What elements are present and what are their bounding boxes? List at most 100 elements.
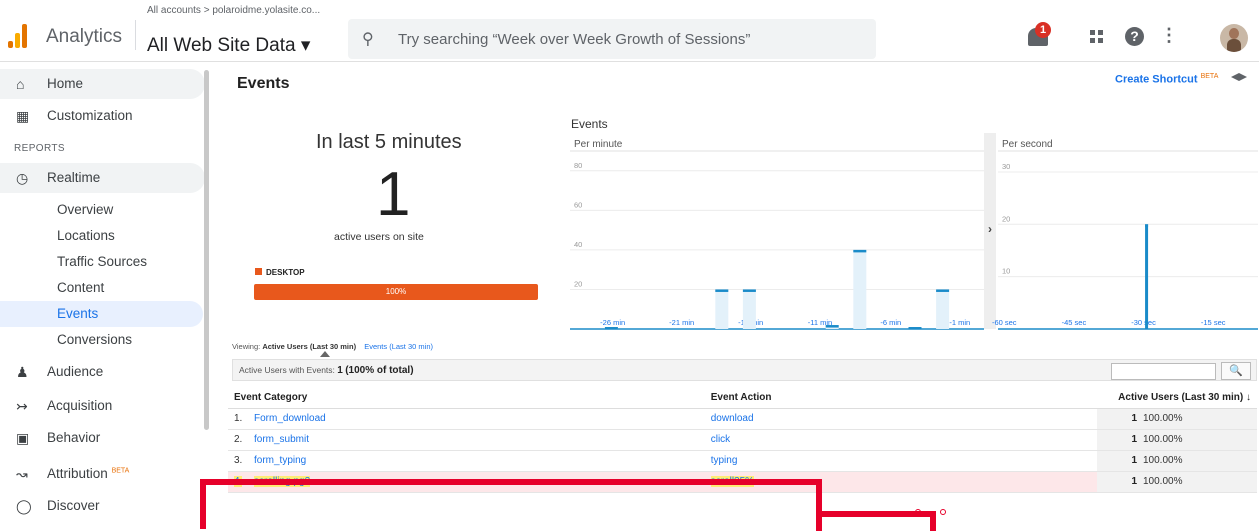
more-options-icon[interactable]: ⋮ <box>1160 25 1178 46</box>
apps-grid-icon[interactable] <box>1090 30 1104 44</box>
sidebar-item-label: Attribution BETA <box>47 466 129 481</box>
x-tick-label: -30 sec <box>1131 318 1156 327</box>
acquisition-icon: ↣ <box>16 398 28 414</box>
event-category-link-text[interactable]: form_submit <box>254 434 309 445</box>
account-breadcrumb[interactable]: All accounts > polaroidme.yolasite.co... <box>147 5 320 16</box>
chart-bar-cap <box>715 289 729 292</box>
home-icon: ⌂ <box>16 76 25 92</box>
row-number-text: 3. <box>234 455 243 466</box>
behavior-window-icon: ▣ <box>16 430 30 446</box>
app-name: Analytics <box>46 26 123 47</box>
sidebar-subitem-locations[interactable]: Locations <box>0 223 203 249</box>
users-count-value: 1 <box>1131 476 1137 487</box>
event-category-link[interactable]: form_submit <box>248 429 705 451</box>
sidebar-scrollbar[interactable] <box>204 70 209 430</box>
sidebar-item-home[interactable]: ⌂ Home <box>0 69 205 99</box>
y-tick-label: 40 <box>574 240 582 249</box>
sidebar-subitem-label: Events <box>57 306 99 321</box>
chart-bar <box>853 249 867 329</box>
event-category-link[interactable]: Form_download <box>248 408 705 430</box>
sidebar-subitem-label: Conversions <box>57 332 133 347</box>
sidebar-item-customization[interactable]: ▦ Customization <box>0 101 205 131</box>
sidebar-subitem-overview[interactable]: Overview <box>0 197 203 223</box>
sidebar-subitem-label: Content <box>57 280 105 295</box>
chart-bar <box>1145 224 1149 329</box>
table-summary: Active Users with Events: 1 (100% of tot… <box>239 365 414 376</box>
column-event-action[interactable]: Event Action <box>704 388 1097 409</box>
device-legend: DESKTOP <box>255 268 305 277</box>
viewing-label: Viewing: <box>232 342 261 351</box>
chart-bar-cap <box>1145 224 1149 227</box>
annotation-dot <box>915 509 921 515</box>
sidebar-subitem-conversions[interactable]: Conversions <box>0 327 203 353</box>
row-number-text: 1. <box>234 413 243 424</box>
annotation-box <box>200 479 822 529</box>
x-tick-label: -60 sec <box>992 318 1017 327</box>
sidebar-subitem-content[interactable]: Content <box>0 275 203 301</box>
viewing-alt-option[interactable]: Events (Last 30 min) <box>364 342 433 351</box>
analytics-logo[interactable] <box>8 22 30 48</box>
per-minute-panel-label: Per minute <box>574 139 623 150</box>
x-tick-label: -26 min <box>600 318 625 327</box>
search-bar[interactable]: ⚲ Try searching “Week over Week Growth o… <box>348 19 876 59</box>
viewing-toggle: Viewing: Active Users (Last 30 min) Even… <box>232 342 433 351</box>
summary-pct: (100% of total) <box>345 365 414 376</box>
viewing-caret-icon <box>320 351 330 357</box>
graduation-cap-icon[interactable] <box>1231 73 1247 81</box>
sidebar-item-label: Behavior <box>47 430 101 445</box>
sidebar-subitem-traffic-sources[interactable]: Traffic Sources <box>0 249 203 275</box>
y-tick-label: 20 <box>574 279 582 288</box>
user-avatar[interactable] <box>1220 24 1248 52</box>
header-divider <box>135 20 136 50</box>
table-row[interactable]: 1. Form_download download 1 100.00% <box>228 408 1257 430</box>
sidebar-item-realtime[interactable]: ◷ Realtime <box>0 163 205 193</box>
row-number: 3. <box>228 450 248 472</box>
attribution-label: Attribution <box>47 466 108 481</box>
create-shortcut-link[interactable]: Create Shortcut BETA <box>1115 73 1218 86</box>
search-icon: ⚲ <box>362 31 374 48</box>
sidebar-item-acquisition[interactable]: ↣ Acquisition <box>0 391 205 421</box>
sidebar-item-attribution[interactable]: ↝ Attribution BETA <box>0 459 205 489</box>
table-search-button[interactable]: 🔍 <box>1221 362 1251 380</box>
event-category-link[interactable]: form_typing <box>248 450 705 472</box>
chart-bar-cap <box>604 327 618 330</box>
chart-title: Events <box>571 117 608 131</box>
viewing-active-option[interactable]: Active Users (Last 30 min) <box>262 342 356 351</box>
event-category-link-text[interactable]: Form_download <box>254 413 326 424</box>
row-number-text: 2. <box>234 434 243 445</box>
event-action-link[interactable]: click <box>704 429 1097 451</box>
property-selector[interactable]: All Web Site Data ▾ <box>147 34 310 57</box>
users-count: 1 <box>1097 450 1137 472</box>
column-active-users[interactable]: Active Users (Last 30 min) ↓ <box>1097 388 1257 409</box>
event-action-link[interactable]: typing <box>704 450 1097 472</box>
table-search-input[interactable] <box>1111 363 1216 380</box>
sidebar-item-discover[interactable]: ◯ Discover <box>0 491 205 521</box>
event-category-link-text[interactable]: form_typing <box>254 455 306 466</box>
sidebar-item-behavior[interactable]: ▣ Behavior <box>0 423 205 453</box>
chart-bar <box>715 289 729 329</box>
event-action-link-text[interactable]: download <box>711 413 754 424</box>
event-action-link-text[interactable]: click <box>711 434 730 445</box>
sidebar-item-label: Discover <box>47 498 100 513</box>
sidebar-item-label: Realtime <box>47 170 101 185</box>
summary-count: 1 <box>337 365 343 376</box>
sidebar-subitem-events[interactable]: Events <box>0 301 203 327</box>
desktop-swatch <box>255 268 262 275</box>
table-row[interactable]: 2. form_submit click 1 100.00% <box>228 429 1257 451</box>
beta-badge: BETA <box>1200 73 1219 80</box>
y-tick-label: 60 <box>574 200 582 209</box>
users-percent: 100.00% <box>1137 471 1257 493</box>
help-icon[interactable]: ? <box>1125 27 1144 46</box>
event-action-link[interactable]: download <box>704 408 1097 430</box>
y-tick-label: 10 <box>1002 267 1010 276</box>
sidebar-item-audience[interactable]: ♟ Audience <box>0 357 205 387</box>
event-action-link-text[interactable]: typing <box>711 455 738 466</box>
chart-expand-arrow-icon: › <box>988 222 992 236</box>
sidebar-item-label: Audience <box>47 364 104 379</box>
y-tick-label: 30 <box>1002 162 1010 171</box>
clock-icon: ◷ <box>16 170 29 186</box>
table-row[interactable]: 3. form_typing typing 1 100.00% <box>228 450 1257 472</box>
users-count-value: 1 <box>1131 413 1137 424</box>
column-event-category[interactable]: Event Category <box>228 388 705 409</box>
lightbulb-icon: ◯ <box>16 498 32 514</box>
